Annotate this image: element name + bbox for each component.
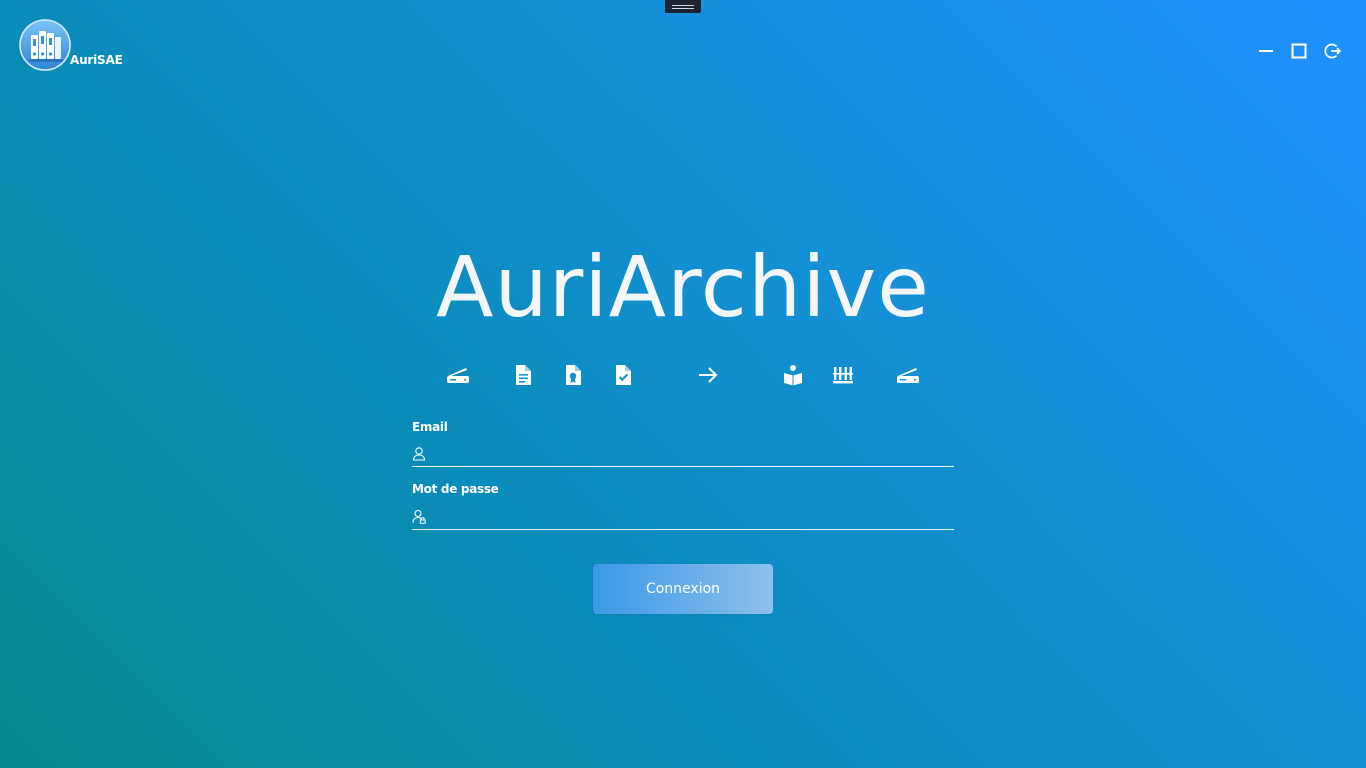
- email-field[interactable]: [412, 442, 954, 467]
- brand-name: AuriSAE: [70, 53, 123, 67]
- password-input[interactable]: [434, 505, 949, 527]
- email-input[interactable]: [434, 442, 949, 464]
- scanner-icon: [897, 368, 919, 383]
- document-check-icon: [616, 365, 631, 385]
- document-seal-icon: [566, 365, 581, 385]
- minimize-button[interactable]: [1256, 41, 1276, 61]
- email-label: Email: [412, 420, 448, 434]
- archive-binders-logo-icon: [19, 19, 71, 71]
- archive-shelf-icon: [833, 367, 853, 384]
- user-icon: [412, 447, 426, 461]
- password-label: Mot de passe: [412, 482, 499, 496]
- login-button[interactable]: Connexion: [593, 564, 773, 614]
- scanner-icon: [447, 368, 469, 383]
- arrow-right-icon: [699, 367, 718, 383]
- logout-button[interactable]: [1322, 41, 1342, 61]
- window-drag-handle[interactable]: [665, 0, 701, 13]
- drag-handle-line: [672, 8, 694, 9]
- reading-icon: [784, 365, 802, 386]
- drag-handle-line: [672, 5, 694, 6]
- user-key-icon: [412, 509, 426, 524]
- minimize-icon: [1259, 50, 1273, 52]
- logout-icon: [1324, 43, 1341, 59]
- password-field[interactable]: [412, 505, 954, 530]
- app-title: AuriArchive: [436, 238, 930, 336]
- maximize-button[interactable]: [1289, 41, 1309, 61]
- document-icon: [516, 365, 531, 385]
- maximize-icon: [1291, 43, 1307, 59]
- window-controls: [1256, 41, 1342, 61]
